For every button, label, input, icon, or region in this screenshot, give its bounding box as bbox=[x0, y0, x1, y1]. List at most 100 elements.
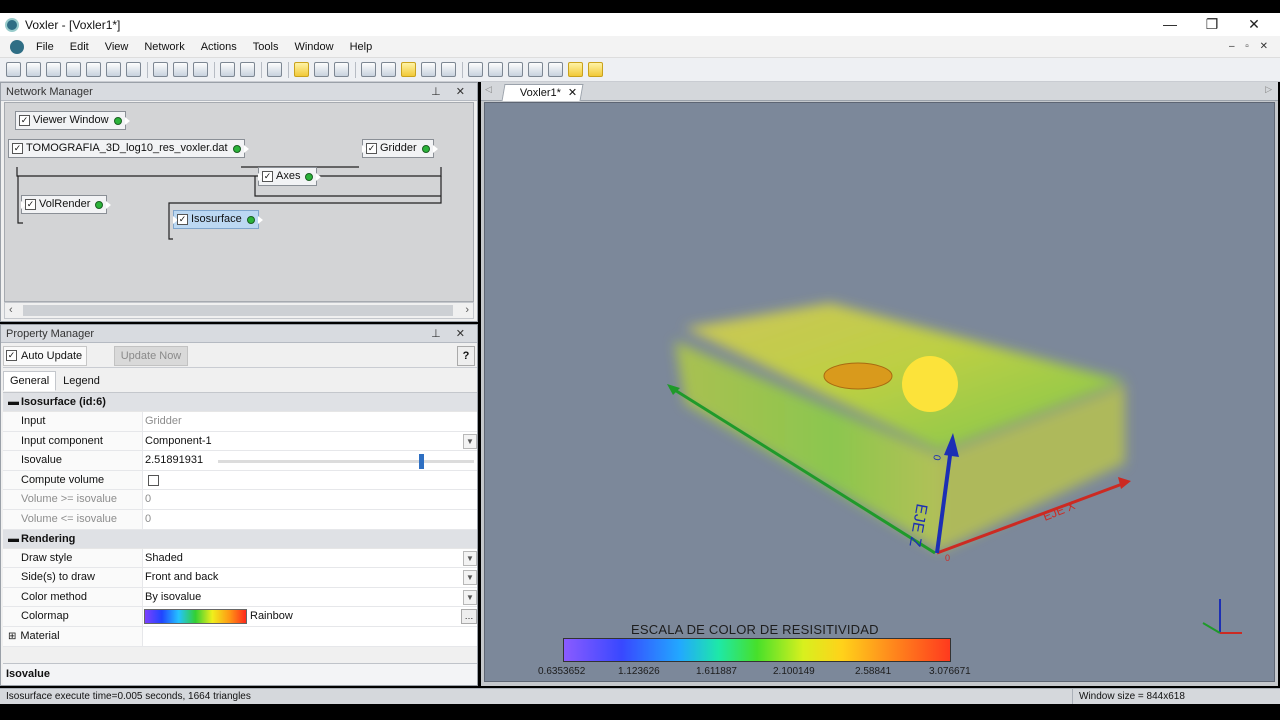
output-port-icon[interactable] bbox=[124, 117, 130, 125]
tab-legend[interactable]: Legend bbox=[56, 371, 107, 391]
delete-icon[interactable] bbox=[193, 62, 208, 77]
tab-scroll-left-icon[interactable]: ◁ bbox=[485, 84, 492, 95]
preset-view-icon[interactable] bbox=[441, 62, 456, 77]
node-viewer-window[interactable]: ✓ Viewer Window bbox=[15, 111, 130, 130]
node-data-source[interactable]: ✓ TOMOGRAFIA_3D_log10_res_voxler.dat bbox=[8, 139, 249, 158]
export-icon[interactable] bbox=[488, 62, 503, 77]
node-volrender[interactable]: ✓ VolRender bbox=[21, 195, 112, 214]
menu-tools[interactable]: Tools bbox=[245, 36, 287, 58]
tab-close-icon[interactable]: ✕ bbox=[568, 85, 577, 101]
node-axes[interactable]: ✓ Axes bbox=[258, 167, 322, 186]
draw-style-select[interactable]: Shaded ▼ bbox=[143, 549, 477, 568]
prop-row-sides[interactable]: Side(s) to draw Front and back ▼ bbox=[3, 568, 477, 588]
output-port-icon[interactable] bbox=[316, 173, 322, 181]
save-as-icon[interactable] bbox=[86, 62, 101, 77]
prop-value[interactable]: 2.51891931 bbox=[145, 454, 203, 466]
sides-select[interactable]: Front and back ▼ bbox=[143, 568, 477, 587]
colormap-swatch[interactable] bbox=[144, 609, 247, 625]
chevron-down-icon[interactable]: ▼ bbox=[463, 433, 477, 449]
scrollbar-thumb[interactable] bbox=[23, 305, 453, 316]
node-checkbox[interactable]: ✓ bbox=[25, 199, 36, 210]
output-port-icon[interactable] bbox=[257, 216, 263, 224]
capture-icon[interactable] bbox=[468, 62, 483, 77]
node-checkbox[interactable]: ✓ bbox=[262, 171, 273, 182]
scroll-right-icon[interactable]: › bbox=[465, 304, 469, 316]
select-icon[interactable] bbox=[294, 62, 309, 77]
auto-update-checkbox[interactable]: ✓ Auto Update bbox=[3, 346, 88, 366]
axes-icon[interactable] bbox=[548, 62, 563, 77]
new-network-icon[interactable] bbox=[6, 62, 21, 77]
menu-edit[interactable]: Edit bbox=[62, 36, 97, 58]
mdi-window-buttons[interactable]: – ▫ ✕ bbox=[1229, 36, 1272, 58]
menu-help[interactable]: Help bbox=[342, 36, 381, 58]
compute-volume-field[interactable] bbox=[143, 471, 477, 490]
expand-plus-icon[interactable]: ⊞ bbox=[8, 631, 16, 642]
output-port-icon[interactable] bbox=[106, 201, 112, 209]
save-icon[interactable] bbox=[66, 62, 81, 77]
collapse-icon[interactable]: ▬ bbox=[8, 393, 19, 412]
help-button[interactable]: ? bbox=[457, 346, 475, 366]
print-icon[interactable] bbox=[126, 62, 141, 77]
panel-pin-close-buttons[interactable]: ⊥ ✕ bbox=[431, 83, 471, 101]
update-now-button[interactable]: Update Now bbox=[114, 346, 188, 366]
tab-scroll-right-icon[interactable]: ▷ bbox=[1265, 84, 1272, 95]
chevron-down-icon[interactable]: ▼ bbox=[463, 550, 477, 566]
prop-row-input-component[interactable]: Input component Component-1 ▼ bbox=[3, 431, 477, 452]
print-preview-icon[interactable] bbox=[106, 62, 121, 77]
group-isosurface[interactable]: ▬ Isosurface (id:6) bbox=[3, 393, 477, 412]
minimize-button[interactable]: — bbox=[1150, 13, 1190, 36]
node-checkbox[interactable]: ✓ bbox=[19, 115, 30, 126]
open-icon[interactable] bbox=[46, 62, 61, 77]
menu-window[interactable]: Window bbox=[286, 36, 341, 58]
color-method-select[interactable]: By isovalue ▼ bbox=[143, 588, 477, 607]
colormap-editor-button[interactable]: … bbox=[461, 609, 477, 625]
prop-row-color-method[interactable]: Color method By isovalue ▼ bbox=[3, 587, 477, 608]
node-checkbox[interactable]: ✓ bbox=[12, 143, 23, 154]
paste-icon[interactable] bbox=[173, 62, 188, 77]
prop-row-isovalue[interactable]: Isovalue 2.51891931 bbox=[3, 451, 477, 471]
input-component-select[interactable]: Component-1 ▼ bbox=[143, 432, 477, 451]
output-port-icon[interactable] bbox=[432, 145, 438, 153]
collapse-icon[interactable]: ▬ bbox=[8, 530, 19, 549]
node-checkbox[interactable]: ✓ bbox=[366, 143, 377, 154]
prop-row-draw-style[interactable]: Draw style Shaded ▼ bbox=[3, 548, 477, 569]
copy-icon[interactable] bbox=[153, 62, 168, 77]
checkbox-checked-icon[interactable]: ✓ bbox=[6, 350, 17, 361]
isovalue-field[interactable]: 2.51891931 bbox=[143, 451, 477, 470]
chevron-down-icon[interactable]: ▼ bbox=[463, 589, 477, 605]
redo-icon[interactable] bbox=[240, 62, 255, 77]
node-checkbox[interactable]: ✓ bbox=[177, 214, 188, 225]
prop-row-material[interactable]: ⊞ Material bbox=[3, 626, 477, 647]
chevron-down-icon[interactable]: ▼ bbox=[463, 570, 477, 586]
rotate-icon[interactable] bbox=[528, 62, 543, 77]
network-horizontal-scrollbar[interactable]: ‹ › bbox=[4, 302, 474, 319]
compute-volume-checkbox[interactable] bbox=[148, 474, 159, 486]
show-axes-icon[interactable] bbox=[568, 62, 583, 77]
menu-network[interactable]: Network bbox=[136, 36, 192, 58]
undo-icon[interactable] bbox=[220, 62, 235, 77]
close-button[interactable]: ✕ bbox=[1234, 13, 1274, 36]
view-direction-icon[interactable] bbox=[421, 62, 436, 77]
prop-row-compute-volume[interactable]: Compute volume bbox=[3, 470, 477, 491]
panel-pin-close-buttons[interactable]: ⊥ ✕ bbox=[431, 325, 471, 343]
scroll-left-icon[interactable]: ‹ bbox=[9, 304, 13, 316]
pan-icon[interactable] bbox=[334, 62, 349, 77]
zoom-icon[interactable] bbox=[314, 62, 329, 77]
prop-row-colormap[interactable]: Colormap Rainbow … bbox=[3, 607, 477, 627]
group-rendering[interactable]: ▬ Rendering bbox=[3, 529, 477, 549]
node-gridder[interactable]: ✓ Gridder bbox=[362, 139, 438, 158]
perspective-icon[interactable] bbox=[401, 62, 416, 77]
menu-actions[interactable]: Actions bbox=[193, 36, 245, 58]
colormap-field[interactable]: Rainbow … bbox=[143, 607, 477, 626]
tab-general[interactable]: General bbox=[3, 371, 57, 391]
menu-view[interactable]: View bbox=[97, 36, 137, 58]
fit-to-window-icon[interactable] bbox=[361, 62, 376, 77]
menu-file[interactable]: File bbox=[28, 36, 62, 58]
restore-button[interactable]: ❐ bbox=[1192, 13, 1232, 36]
home-view-icon[interactable] bbox=[381, 62, 396, 77]
network-canvas[interactable]: ✓ Viewer Window ✓ TOMOGRAFIA_3D_log10_re… bbox=[4, 102, 474, 302]
slider-thumb[interactable] bbox=[419, 454, 424, 470]
3d-viewport[interactable]: EJE Z 0 EJE X 0 ESCALA DE COLOR DE RESIS… bbox=[484, 102, 1275, 682]
light-icon[interactable] bbox=[588, 62, 603, 77]
context-help-icon[interactable] bbox=[267, 62, 282, 77]
